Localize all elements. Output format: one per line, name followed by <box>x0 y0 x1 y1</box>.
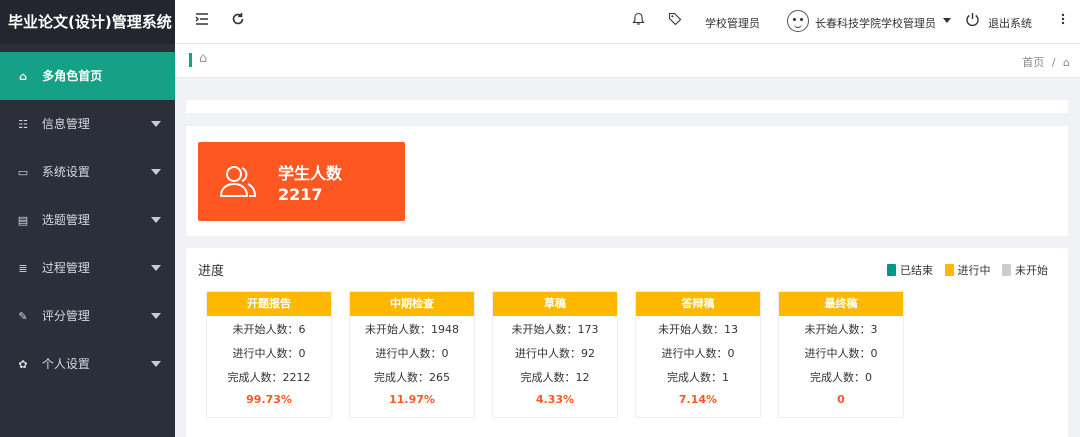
sidebar-item-label: 个人设置 <box>41 357 90 371</box>
legend-item-not-started: 未开始 <box>1002 262 1048 278</box>
legend-swatch <box>887 264 896 276</box>
stage-in-progress: 进行中人数：0 <box>232 347 306 360</box>
stage-name: 开题报告 <box>207 292 331 316</box>
sidebar-item-label: 选题管理 <box>41 213 90 227</box>
bell-icon[interactable] <box>632 12 645 30</box>
stage-percent: 4.33% <box>535 393 575 406</box>
legend-label: 进行中 <box>957 264 991 277</box>
users-icon <box>218 162 258 205</box>
sidebar-item-info[interactable]: ☷ 信息管理 <box>0 100 175 148</box>
home-tab-icon[interactable]: ⌂ <box>199 51 207 66</box>
sidebar-item-label: 信息管理 <box>41 117 90 131</box>
stage-not-started: 未开始人数：173 <box>511 323 599 336</box>
role-label[interactable]: 学校管理员 <box>705 15 760 31</box>
tag-icon[interactable] <box>668 12 682 30</box>
process-icon: ≣ <box>18 262 28 275</box>
breadcrumb: ⌂ 首页 / ⌂ <box>175 44 1080 78</box>
avatar[interactable] <box>787 10 809 32</box>
logout-button[interactable]: 退出系统 <box>988 15 1032 31</box>
legend-swatch <box>944 264 954 276</box>
sidebar-item-process[interactable]: ≣ 过程管理 <box>0 244 175 292</box>
legend: 已结束 进行中 未开始 <box>879 262 1048 278</box>
stage-card-proposal: 开题报告 未开始人数：6 进行中人数：0 完成人数：2212 99.73% <box>206 291 332 418</box>
stage-card-final: 最终稿 未开始人数：3 进行中人数：0 完成人数：0 0 <box>778 291 904 418</box>
more-icon[interactable] <box>1061 12 1065 30</box>
stage-percent: 0 <box>837 393 845 406</box>
stage-in-progress: 进行中人数：0 <box>661 347 735 360</box>
document-icon: ▤ <box>17 214 29 227</box>
legend-label: 已结束 <box>900 264 933 277</box>
sidebar: 毕业论文(设计)管理系统 ⌂ 多角色首页 ☷ 信息管理 ▭ 系统设置 ▤ 选题管… <box>0 0 175 437</box>
stage-completed: 完成人数：0 <box>810 371 872 384</box>
top-header: 学校管理员 长春科技学院学校管理员 退出系统 <box>175 0 1080 44</box>
breadcrumb-separator: / <box>1051 56 1056 69</box>
stage-completed: 完成人数：2212 <box>227 371 311 384</box>
stat-value: 2217 <box>278 185 323 204</box>
stage-name: 草稿 <box>493 292 617 316</box>
student-count-card: 学生人数 2217 <box>198 142 405 221</box>
legend-swatch <box>1002 264 1011 276</box>
sidebar-item-score[interactable]: ✎ 评分管理 <box>0 292 175 340</box>
list-icon: ☷ <box>18 118 28 131</box>
chevron-down-icon <box>151 313 161 319</box>
stage-card-defense: 答辩稿 未开始人数：13 进行中人数：0 完成人数：1 7.14% <box>635 291 761 418</box>
menu-toggle-icon[interactable] <box>195 12 209 30</box>
progress-panel: 进度 已结束 进行中 未开始 开题报告 未开始人数：6 进行中人数：0 完成人数… <box>186 248 1068 437</box>
sidebar-item-label: 多角色首页 <box>42 69 103 83</box>
stage-in-progress: 进行中人数：92 <box>515 347 595 360</box>
stage-completed: 完成人数：265 <box>374 371 450 384</box>
stage-in-progress: 进行中人数：0 <box>375 347 449 360</box>
chevron-down-icon <box>151 169 161 175</box>
sidebar-menu: ⌂ 多角色首页 ☷ 信息管理 ▭ 系统设置 ▤ 选题管理 ≣ 过程管理 ✎ 评分… <box>0 52 175 388</box>
stage-completed: 完成人数：12 <box>520 371 590 384</box>
sidebar-item-topic[interactable]: ▤ 选题管理 <box>0 196 175 244</box>
legend-label: 未开始 <box>1015 264 1048 277</box>
legend-item-finished: 已结束 <box>887 262 933 278</box>
stage-percent: 99.73% <box>246 393 292 406</box>
home-icon[interactable]: ⌂ <box>1063 56 1070 69</box>
stage-not-started: 未开始人数：1948 <box>365 323 459 336</box>
sidebar-item-label: 评分管理 <box>41 309 90 323</box>
sidebar-item-label: 过程管理 <box>41 261 90 275</box>
breadcrumb-current[interactable]: 首页 <box>1022 56 1044 69</box>
stage-percent: 7.14% <box>678 393 718 406</box>
notice-strip <box>186 100 1068 113</box>
breadcrumb-path: 首页 / ⌂ <box>1018 54 1070 70</box>
stage-percent: 11.97% <box>389 393 435 406</box>
stat-label: 学生人数 <box>278 164 343 183</box>
chevron-down-icon <box>151 217 161 223</box>
chevron-down-icon <box>151 121 161 127</box>
stage-name: 答辩稿 <box>636 292 760 316</box>
stage-name: 最终稿 <box>779 292 903 316</box>
user-name[interactable]: 长春科技学院学校管理员 <box>815 15 936 31</box>
refresh-icon[interactable] <box>231 12 245 30</box>
monitor-icon: ▭ <box>17 166 29 179</box>
app-title: 毕业论文(设计)管理系统 <box>0 0 175 44</box>
chevron-down-icon <box>151 265 161 271</box>
stat-panel: 学生人数 2217 <box>186 126 1068 236</box>
stage-completed: 完成人数：1 <box>667 371 729 384</box>
user-settings-icon: ✿ <box>18 358 28 371</box>
stage-name: 中期检查 <box>350 292 474 316</box>
home-icon: ⌂ <box>19 70 27 83</box>
edit-icon: ✎ <box>18 310 28 323</box>
sidebar-item-home[interactable]: ⌂ 多角色首页 <box>0 52 175 100</box>
power-icon[interactable] <box>965 12 980 31</box>
stage-in-progress: 进行中人数：0 <box>804 347 878 360</box>
chevron-down-icon <box>151 361 161 367</box>
chevron-down-icon[interactable] <box>943 18 951 23</box>
stage-not-started: 未开始人数：6 <box>232 323 306 336</box>
sidebar-item-label: 系统设置 <box>41 165 90 179</box>
stage-card-midterm: 中期检查 未开始人数：1948 进行中人数：0 完成人数：265 11.97% <box>349 291 475 418</box>
tab-indicator <box>189 53 192 67</box>
sidebar-item-system[interactable]: ▭ 系统设置 <box>0 148 175 196</box>
stage-not-started: 未开始人数：13 <box>658 323 738 336</box>
sidebar-item-personal[interactable]: ✿ 个人设置 <box>0 340 175 388</box>
stage-card-draft: 草稿 未开始人数：173 进行中人数：92 完成人数：12 4.33% <box>492 291 618 418</box>
legend-item-in-progress: 进行中 <box>944 262 991 278</box>
progress-title: 进度 <box>198 264 225 279</box>
stage-not-started: 未开始人数：3 <box>804 323 878 336</box>
